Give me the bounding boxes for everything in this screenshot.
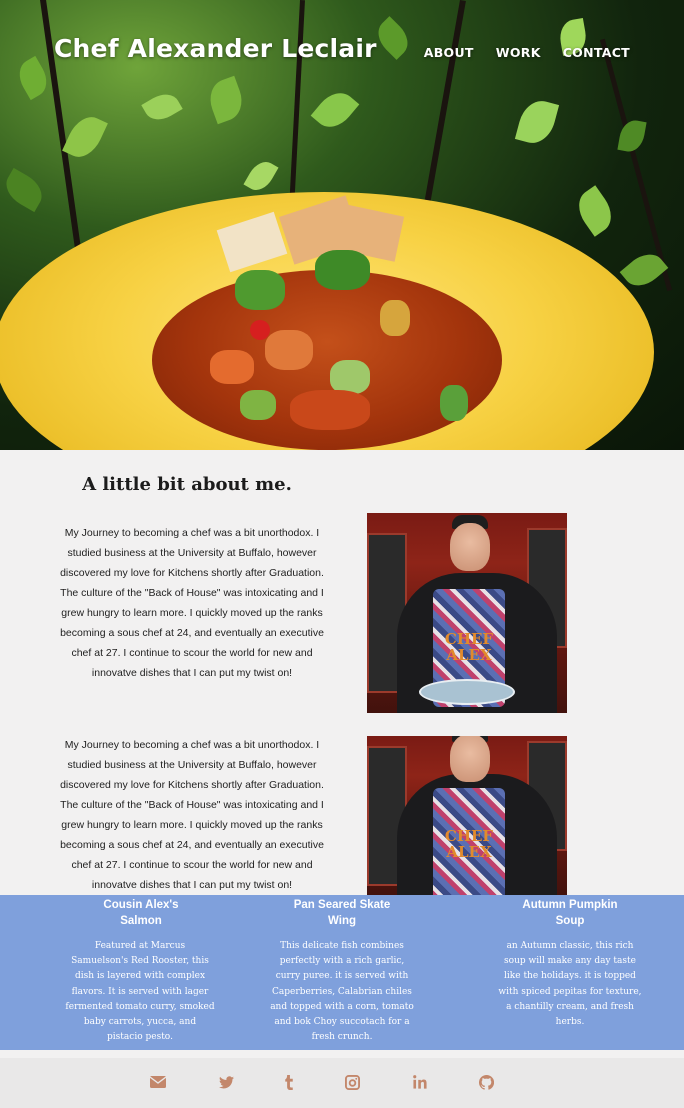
about-title: A little bit about me. (82, 474, 292, 495)
dish-description: Featured at Marcus Samuelson's Red Roost… (65, 941, 215, 1043)
envelope-icon[interactable] (147, 1071, 169, 1093)
hero-image: Chef Alexander Leclair ABOUT WORK CONTAC… (0, 0, 684, 450)
twitter-icon[interactable] (215, 1071, 237, 1093)
nav-contact[interactable]: CONTACT (563, 45, 630, 60)
chef-photo-1: CHEF ALEX (367, 513, 567, 713)
about-paragraph-2: My Journey to becoming a chef was a bit … (60, 739, 324, 891)
nav-work[interactable]: WORK (496, 45, 541, 60)
main-nav: ABOUT WORK CONTACT (424, 45, 630, 60)
about-paragraph-1: My Journey to becoming a chef was a bit … (60, 527, 324, 679)
dish-card: Pan Seared Skate Wing This delicate fish… (228, 895, 456, 1050)
featured-dishes: Cousin Alex's Salmon Featured at Marcus … (0, 895, 684, 1050)
dish-name: Cousin Alex's Salmon (103, 899, 179, 927)
tumblr-icon[interactable] (278, 1071, 300, 1093)
nav-about[interactable]: ABOUT (424, 45, 474, 60)
footer (0, 1058, 684, 1108)
dish-description: an Autumn classic, this rich soup will m… (498, 941, 642, 1028)
dish-description: This delicate fish combines perfectly wi… (270, 941, 414, 1043)
dish-card: Autumn Pumpkin Soup an Autumn classic, t… (456, 895, 684, 1050)
linkedin-icon[interactable] (409, 1071, 431, 1093)
github-icon[interactable] (475, 1071, 497, 1093)
dish-card: Cousin Alex's Salmon Featured at Marcus … (0, 895, 228, 1050)
instagram-icon[interactable] (341, 1071, 363, 1093)
dish-name: Autumn Pumpkin Soup (522, 899, 618, 927)
dish-name: Pan Seared Skate Wing (293, 899, 391, 927)
site-brand[interactable]: Chef Alexander Leclair (54, 34, 377, 63)
chef-photo-2: CHEF ALEX (367, 736, 567, 895)
